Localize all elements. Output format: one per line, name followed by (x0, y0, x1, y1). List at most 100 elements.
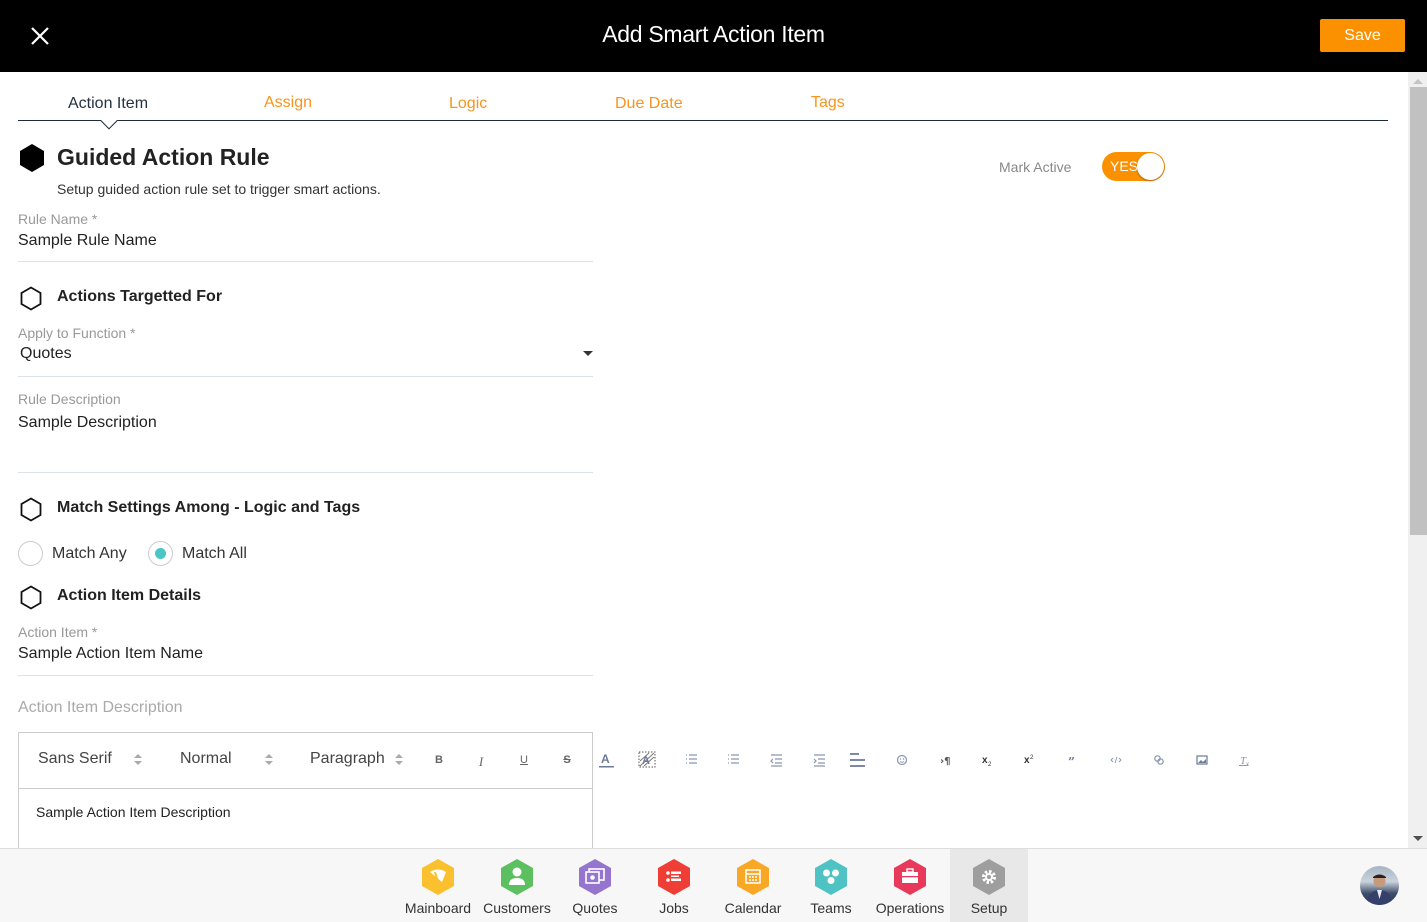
match-any-label[interactable]: Match Any (52, 545, 127, 563)
rule-description-input[interactable]: Sample Description (18, 414, 157, 432)
nav-label: Teams (810, 900, 852, 916)
editor-toolbar: Sans Serif Normal Paragraph B I U S (19, 733, 592, 789)
size-select-arrows-icon[interactable] (265, 754, 273, 766)
tab-due-date[interactable]: Due Date (615, 95, 683, 113)
page-title: Add Smart Action Item (602, 21, 825, 47)
image-button[interactable] (1191, 749, 1213, 771)
font-select[interactable]: Sans Serif (38, 750, 112, 768)
tab-assign[interactable]: Assign (264, 94, 312, 112)
mainboard-icon (422, 859, 454, 895)
nav-mainboard[interactable]: Mainboard (399, 849, 477, 922)
toggle-state-label: YES (1110, 158, 1139, 174)
nav-label: Calendar (724, 900, 782, 916)
nav-label: Operations (875, 900, 945, 916)
superscript-icon: x2 (1024, 755, 1034, 766)
emoji-button[interactable] (891, 749, 913, 771)
nav-label: Jobs (659, 900, 689, 916)
rule-description-label: Rule Description (18, 391, 121, 407)
match-any-radio[interactable] (18, 541, 43, 566)
text-color-button[interactable]: A (596, 749, 618, 771)
svg-text:A: A (642, 755, 650, 767)
code-icon (1110, 756, 1122, 764)
text-direction-button[interactable]: ›¶ (934, 749, 956, 771)
quotes-icon (579, 859, 611, 895)
link-button[interactable] (1148, 749, 1170, 771)
toggle-knob (1137, 153, 1164, 180)
clear-format-button[interactable]: Tx (1234, 749, 1256, 771)
apply-function-select[interactable]: Quotes (20, 345, 72, 363)
emoji-icon (896, 754, 908, 766)
svg-text:›¶: ›¶ (940, 756, 950, 767)
ordered-list-icon (686, 754, 697, 764)
outline-hexagon-icon (20, 286, 42, 311)
background-color-button[interactable]: A (637, 749, 659, 771)
size-select[interactable]: Normal (180, 750, 232, 768)
scrollbar-thumb[interactable] (1410, 87, 1427, 535)
action-item-description-label: Action Item Description (18, 699, 183, 716)
align-button[interactable] (847, 749, 869, 771)
format-select[interactable]: Paragraph (310, 750, 385, 768)
vertical-scrollbar[interactable] (1408, 72, 1427, 848)
nav-label: Setup (970, 900, 1008, 916)
scroll-up-arrow-icon[interactable] (1413, 79, 1423, 84)
underline-button[interactable]: U (514, 754, 534, 766)
outline-hexagon-icon (20, 497, 42, 522)
top-bar: Add Smart Action Item Save (0, 0, 1427, 72)
rule-name-label: Rule Name * (18, 211, 98, 227)
form-scroll-area: Action Item Assign Logic Due Date Tags G… (0, 72, 1408, 848)
tab-action-item[interactable]: Action Item (68, 95, 148, 113)
rule-description-underline (18, 472, 593, 473)
rule-name-input[interactable]: Sample Rule Name (18, 232, 157, 250)
svg-text:A: A (601, 752, 610, 766)
mark-active-toggle[interactable]: YES (1102, 152, 1165, 181)
match-all-label[interactable]: Match All (182, 545, 247, 563)
nav-calendar[interactable]: Calendar (714, 849, 792, 922)
tab-tags[interactable]: Tags (811, 94, 845, 112)
scroll-down-arrow-icon[interactable] (1413, 836, 1423, 841)
format-select-arrows-icon[interactable] (395, 754, 403, 766)
details-section-title: Action Item Details (57, 587, 202, 604)
user-avatar[interactable] (1360, 866, 1399, 905)
subscript-button[interactable]: x2 (977, 749, 999, 771)
svg-text:x: x (1246, 762, 1249, 768)
nav-teams[interactable]: Teams (792, 849, 870, 922)
italic-button[interactable]: I (471, 754, 491, 770)
save-button[interactable]: Save (1320, 19, 1405, 52)
mark-active-label: Mark Active (999, 159, 1072, 175)
setup-gear-icon (973, 859, 1005, 895)
blockquote-button[interactable]: ” (1062, 749, 1084, 771)
match-section-title: Match Settings Among - Logic and Tags (57, 499, 361, 516)
code-button[interactable] (1105, 749, 1127, 771)
font-select-arrows-icon[interactable] (134, 754, 142, 766)
bullet-list-button[interactable] (722, 749, 744, 771)
action-item-underline (18, 675, 593, 676)
apply-function-label: Apply to Function * (18, 325, 136, 341)
dropdown-caret-icon[interactable] (583, 351, 593, 356)
apply-function-underline (18, 376, 593, 377)
outdent-button[interactable] (765, 749, 787, 771)
nav-setup[interactable]: Setup (950, 849, 1028, 922)
editor-content[interactable]: Sample Action Item Description (36, 804, 231, 820)
action-item-input[interactable]: Sample Action Item Name (18, 645, 203, 663)
nav-jobs[interactable]: Jobs (635, 849, 713, 922)
guided-rule-subtitle: Setup guided action rule set to trigger … (57, 181, 381, 197)
nav-operations[interactable]: Operations (871, 849, 949, 922)
calendar-icon (737, 859, 769, 895)
svg-text:2: 2 (1030, 755, 1034, 761)
superscript-button[interactable]: x2 (1019, 749, 1041, 771)
svg-text:”: ” (1068, 755, 1075, 769)
tab-logic[interactable]: Logic (449, 95, 487, 113)
bold-button[interactable]: B (429, 754, 449, 766)
ordered-list-button[interactable] (680, 749, 702, 771)
bottom-navigation: Mainboard Customers Quotes Jobs Calendar… (0, 848, 1427, 922)
outline-hexagon-icon (20, 585, 42, 610)
nav-quotes[interactable]: Quotes (556, 849, 634, 922)
user-photo (1366, 874, 1393, 905)
match-all-radio[interactable] (148, 541, 173, 566)
indent-button[interactable] (808, 749, 830, 771)
nav-customers[interactable]: Customers (478, 849, 556, 922)
strike-button[interactable]: S (557, 754, 577, 766)
outdent-icon (770, 754, 782, 767)
guided-rule-title: Guided Action Rule (57, 144, 270, 170)
jobs-icon (658, 859, 690, 895)
